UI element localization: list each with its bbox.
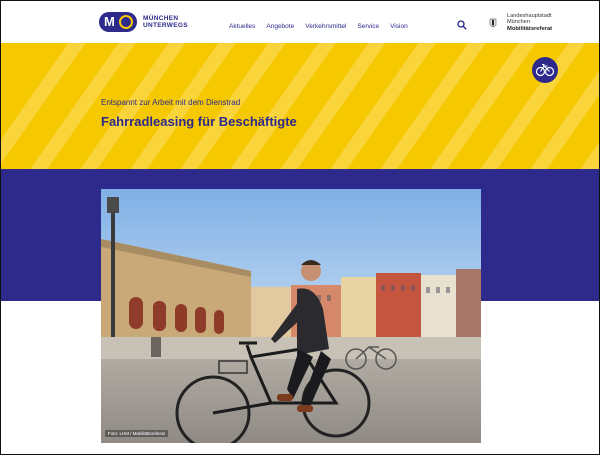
bicycle-icon [535,63,555,77]
nav-item-angebote[interactable]: Angebote [266,23,294,30]
hero-banner: Entspannt zur Arbeit mit dem Dienstrad F… [1,43,599,169]
search-icon[interactable] [457,20,467,30]
bicycle-badge [532,57,558,83]
nav-item-verkehrsmittel[interactable]: Verkehrsmittel [305,23,346,30]
logo-line1: MÜNCHEN [143,15,179,22]
hero-photo: Foto: LHM / Mobilitätsreferat [101,189,481,443]
browser-viewport: M MÜNCHEN UNTERWEGS Aktuelles Angebote V… [0,0,600,455]
nav-item-vision[interactable]: Vision [390,23,408,30]
site-header: M MÜNCHEN UNTERWEGS Aktuelles Angebote V… [1,1,599,43]
city-line3: Mobilitätsreferat [507,25,553,32]
nav-item-aktuelles[interactable]: Aktuelles [229,23,255,30]
photo-credit: Foto: LHM / Mobilitätsreferat [105,430,168,437]
page-title: Fahrradleasing für Beschäftigte [101,114,297,129]
city-branding[interactable]: Landeshauptstadt München Mobilitätsrefer… [507,13,552,32]
nav-item-service[interactable]: Service [357,23,379,30]
hero-subtitle: Entspannt zur Arbeit mit dem Dienstrad [101,98,241,107]
logo-mark-icon: M [99,12,137,32]
logo-text: MÜNCHEN UNTERWEGS [143,15,188,29]
cyclist-photo [101,189,481,443]
logo-line2: UNTERWEGS [143,22,188,29]
munich-crest-icon [489,18,497,28]
site-logo[interactable]: M MÜNCHEN UNTERWEGS [99,12,188,32]
main-nav: Aktuelles Angebote Verkehrsmittel Servic… [229,23,408,30]
